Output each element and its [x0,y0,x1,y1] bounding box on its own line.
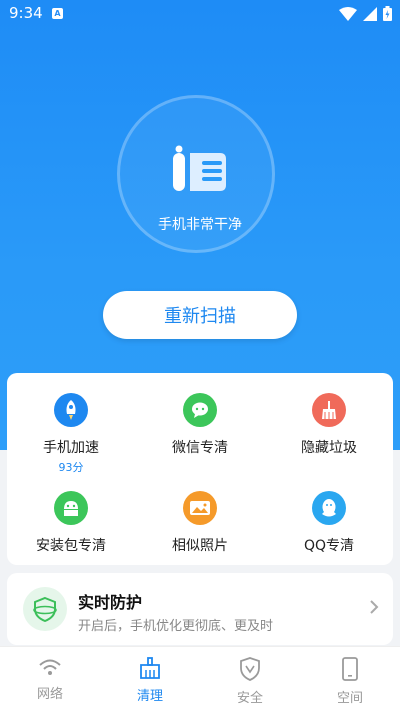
nav-item-clean[interactable]: 清理 [100,657,200,704]
tool-label: 安装包专清 [36,538,106,554]
wechat-icon [183,393,217,427]
realtime-title: 实时防护 [78,593,143,612]
tool-label: 微信专清 [172,440,228,456]
nav-item-storage[interactable]: 空间 [300,657,400,706]
status-icons [339,6,392,21]
tool-label: QQ专清 [303,538,355,554]
tool-similar-photos[interactable]: 相似照片 [136,491,264,555]
qq-icon [312,491,346,525]
tool-apk-clean[interactable]: 安装包专清 [7,491,135,555]
android-icon [54,491,88,525]
nav-label: 清理 [136,689,163,704]
rocket-icon [54,393,88,427]
wifi-icon [39,659,61,675]
broom-nav-icon [140,657,160,679]
nav-label: 空间 [336,691,363,706]
broom-icon [312,393,346,427]
thumbs-up-icon [173,145,226,191]
rescan-button[interactable]: 重新扫描 [103,291,297,339]
tool-hidden-junk[interactable]: 隐藏垃圾 [265,393,393,457]
signal-icon [363,6,377,21]
clock: 9:34 [9,4,43,22]
wifi-status-icon [339,6,357,21]
realtime-protection-card[interactable]: 实时防护 开启后，手机优化更彻底、更及时 [7,573,393,645]
tool-wechat-clean[interactable]: 微信专清 [136,393,264,457]
phone-icon [342,657,358,681]
shield-icon [240,657,260,681]
tool-label: 相似照片 [172,538,228,554]
realtime-description: 开启后，手机优化更彻底、更及时 [78,619,274,634]
score-badge: 93分 [58,461,84,474]
status-bar: 9:34 A [0,0,400,28]
nav-item-security[interactable]: 安全 [200,657,300,706]
nav-label: 安全 [236,691,263,706]
chevron-right-icon [370,600,379,614]
realtime-shield-icon [23,587,67,631]
battery-icon [383,6,392,21]
photo-icon [183,491,217,525]
nav-item-network[interactable]: 网络 [0,657,100,702]
tool-qq-clean[interactable]: QQ专清 [265,491,393,555]
bottom-navigation: 网络 清理 安全 空间 [0,646,400,713]
tool-phone-boost[interactable]: 手机加速 93分 [7,393,135,475]
tools-card: 手机加速 93分 微信专清 隐藏垃圾 安装包专清 相似照片 QQ专清 [7,373,393,565]
tool-label: 隐藏垃圾 [301,440,357,456]
tool-label: 手机加速 [43,440,99,456]
notification-badge: A [52,8,63,19]
nav-label: 网络 [36,687,63,702]
clean-status-text: 手机非常干净 [158,217,242,233]
